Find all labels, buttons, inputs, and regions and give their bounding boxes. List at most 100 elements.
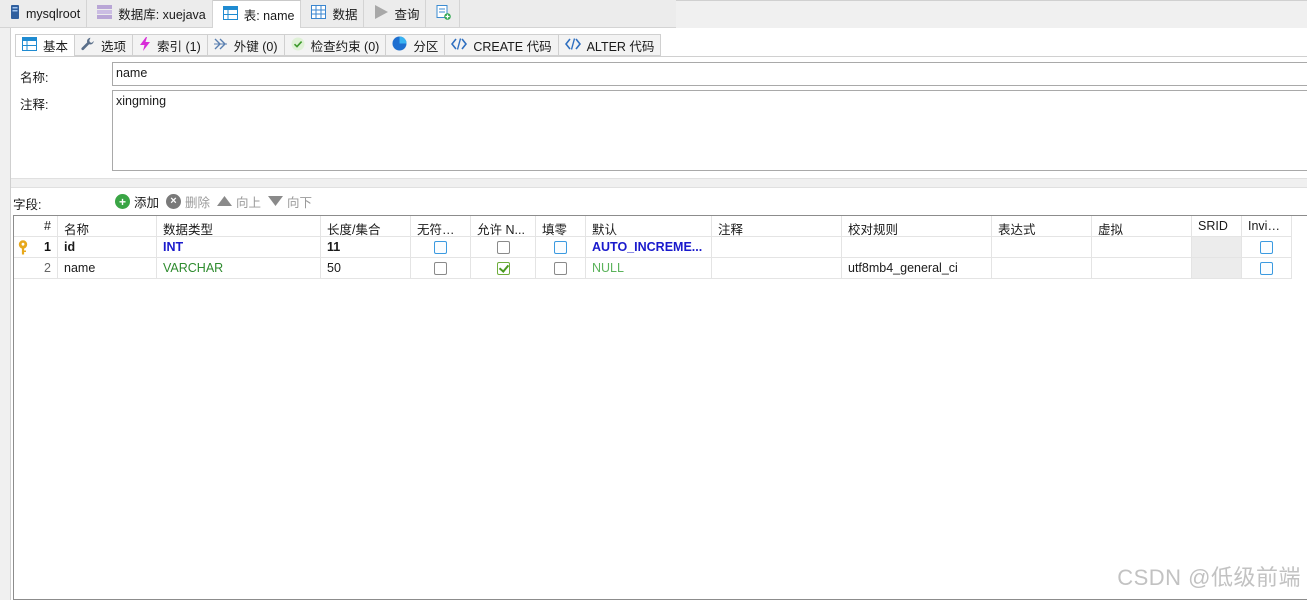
subtab-indexes[interactable]: 索引 (1) [133, 34, 208, 56]
subtab-create-code[interactable]: CREATE 代码 [445, 34, 559, 56]
editor-sub-tabs: 基本 选项 索引 (1) 外键 (0) 检查约束 (0) 分区 CREATE 代… [15, 34, 662, 57]
col-header-invisible[interactable]: Invisi... [1242, 216, 1292, 237]
virtual-cell[interactable] [1092, 258, 1192, 279]
tab-data[interactable]: 数据 [301, 0, 365, 27]
default-cell[interactable]: AUTO_INCREME... [586, 237, 712, 258]
srid-cell [1192, 258, 1242, 279]
col-header-srid[interactable]: SRID [1192, 216, 1242, 237]
table-row[interactable]: 1 id INT 11 AUTO_INCREME... [14, 237, 1307, 258]
subtab-label: 索引 (1) [157, 39, 201, 54]
tab-query[interactable]: 查询 [364, 0, 427, 27]
collation-cell[interactable]: utf8mb4_general_ci [842, 258, 992, 279]
tab-label: 数据 [332, 8, 358, 22]
subtab-label: 分区 [413, 39, 439, 54]
subtab-foreign-keys[interactable]: 外键 (0) [207, 34, 285, 56]
move-up-button[interactable]: 向上 [217, 192, 261, 211]
table-icon [22, 37, 37, 54]
col-header-virtual[interactable]: 虚拟 [1092, 216, 1192, 237]
col-header-name[interactable]: 名称 [58, 216, 157, 237]
move-down-button[interactable]: 向下 [268, 192, 312, 211]
col-header-expression[interactable]: 表达式 [992, 216, 1092, 237]
unsigned-cell[interactable] [411, 237, 471, 258]
tab-label: mysqlroot [26, 6, 81, 21]
add-field-button[interactable]: + 添加 [115, 192, 159, 211]
add-label: 添加 [134, 196, 160, 210]
subtab-label: ALTER 代码 [586, 39, 655, 54]
col-header-comment[interactable]: 注释 [712, 216, 842, 237]
subtab-label: CREATE 代码 [473, 39, 552, 54]
virtual-cell[interactable] [1092, 237, 1192, 258]
comment-cell[interactable] [712, 258, 842, 279]
invisible-cell[interactable] [1242, 237, 1292, 258]
datatype-cell[interactable]: VARCHAR [157, 258, 321, 279]
srid-cell [1192, 237, 1242, 258]
allow-null-checkbox[interactable] [496, 240, 510, 254]
col-header-allow-null[interactable]: 允许 N... [471, 216, 536, 237]
comment-label: 注释: [20, 98, 49, 112]
delete-field-button[interactable]: × 删除 [166, 192, 210, 211]
table-name-input[interactable]: name [112, 62, 1307, 86]
field-name-cell[interactable]: name [58, 258, 157, 279]
allow-null-cell[interactable] [471, 237, 536, 258]
unsigned-cell[interactable] [411, 258, 471, 279]
wrench-icon [81, 37, 95, 54]
datatype-cell[interactable]: INT [157, 237, 321, 258]
subtab-alter-code[interactable]: ALTER 代码 [558, 34, 662, 56]
col-header-length[interactable]: 长度/集合 [321, 216, 411, 237]
subtab-check-constraints[interactable]: 检查约束 (0) [284, 34, 387, 56]
name-label: 名称: [20, 71, 49, 85]
grid-icon [311, 5, 327, 22]
subtab-partitions[interactable]: 分区 [386, 34, 446, 56]
default-cell[interactable]: NULL [586, 258, 712, 279]
zerofill-cell[interactable] [536, 237, 586, 258]
expression-cell[interactable] [992, 258, 1092, 279]
row-number-cell: 2 [14, 258, 58, 279]
subtab-label: 选项 [101, 39, 127, 54]
watermark: CSDN @低级前端 [1117, 565, 1301, 590]
primary-key-icon [18, 240, 28, 257]
table-row[interactable]: 2 name VARCHAR 50 NULL utf8mb4_general_c… [14, 258, 1307, 279]
zerofill-checkbox[interactable] [554, 240, 567, 254]
length-cell[interactable]: 50 [321, 258, 411, 279]
code-icon [564, 37, 581, 53]
grid-header-row: # 名称 数据类型 长度/集合 无符号的 允许 N... 填零 默认 注释 校对… [14, 216, 1307, 237]
unsigned-checkbox[interactable] [434, 261, 447, 275]
tab-new-query[interactable] [426, 0, 461, 27]
tab-database[interactable]: 数据库: xuejava [87, 0, 213, 27]
col-header-datatype[interactable]: 数据类型 [157, 216, 321, 237]
columns-grid: # 名称 数据类型 长度/集合 无符号的 允许 N... 填零 默认 注释 校对… [13, 215, 1307, 600]
lightning-icon [139, 36, 151, 54]
zerofill-cell[interactable] [536, 258, 586, 279]
add-icon: + [115, 194, 130, 209]
col-header-unsigned[interactable]: 无符号的 [411, 216, 471, 237]
col-header-collation[interactable]: 校对规则 [842, 216, 992, 237]
tab-table[interactable]: 表: name [212, 0, 302, 28]
down-label: 向下 [287, 196, 313, 210]
check-icon [291, 37, 305, 54]
object-tab-bar: mysqlroot 数据库: xuejava 表: name 数据 查询 [0, 0, 676, 28]
subtab-label: 检查约束 (0) [310, 39, 380, 54]
unsigned-checkbox[interactable] [434, 240, 447, 254]
col-header-number[interactable]: # [14, 216, 58, 237]
length-cell[interactable]: 11 [321, 237, 411, 258]
subtab-basic[interactable]: 基本 [15, 34, 76, 57]
invisible-cell[interactable] [1242, 258, 1292, 279]
subtab-options[interactable]: 选项 [75, 34, 134, 56]
comment-cell[interactable] [712, 237, 842, 258]
tab-bar-edge [676, 0, 1307, 1]
foreign-key-icon [213, 37, 228, 54]
col-header-zerofill[interactable]: 填零 [536, 216, 586, 237]
col-header-default[interactable]: 默认 [586, 216, 712, 237]
new-query-icon [436, 4, 452, 23]
field-name-cell[interactable]: id [58, 237, 157, 258]
splitter[interactable] [11, 178, 1307, 188]
tab-server[interactable]: mysqlroot [0, 0, 88, 27]
zerofill-checkbox[interactable] [554, 261, 567, 275]
invisible-checkbox[interactable] [1260, 240, 1273, 254]
collation-cell[interactable] [842, 237, 992, 258]
invisible-checkbox[interactable] [1260, 261, 1273, 275]
allow-null-checkbox[interactable] [496, 261, 510, 275]
allow-null-cell[interactable] [471, 258, 536, 279]
table-comment-textarea[interactable]: xingming [112, 90, 1307, 171]
expression-cell[interactable] [992, 237, 1092, 258]
